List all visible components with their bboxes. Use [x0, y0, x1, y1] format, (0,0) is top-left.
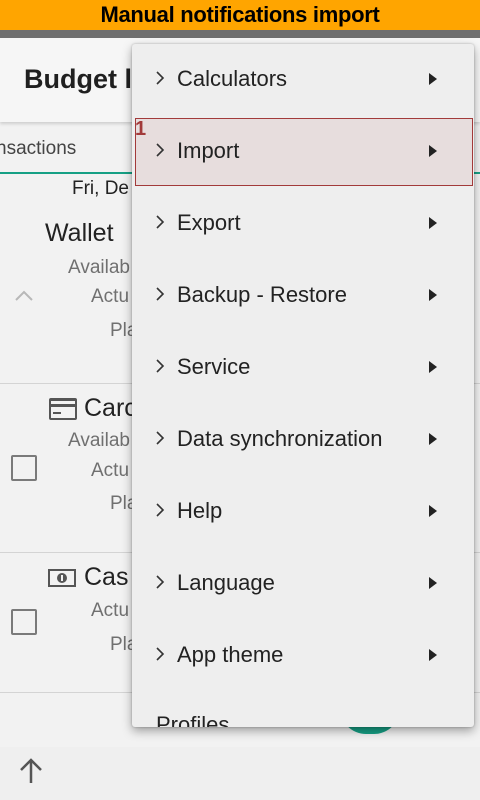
submenu-arrow-icon	[429, 361, 437, 373]
submenu-arrow-icon	[429, 577, 437, 589]
date-label: Fri, De	[72, 178, 129, 199]
menu-item-label: Calculators	[177, 66, 288, 91]
top-banner: Manual notifications import	[0, 0, 480, 30]
menu-item-label: Data synchronization	[177, 426, 383, 451]
account-name[interactable]: Cas	[84, 563, 128, 592]
cash-icon	[48, 569, 76, 587]
chevron-right-icon	[156, 575, 165, 589]
chevron-right-icon	[156, 431, 165, 445]
menu-item-label: Import	[177, 138, 240, 163]
chevron-right-icon	[156, 71, 165, 85]
submenu-arrow-icon	[429, 145, 437, 157]
menu-item-label: Service	[177, 354, 251, 379]
account-checkbox[interactable]	[11, 609, 37, 635]
submenu-arrow-icon	[429, 505, 437, 517]
account-line: Actu	[91, 460, 130, 481]
credit-card-icon	[49, 398, 77, 420]
app-title: Budget l	[24, 64, 132, 94]
overflow-menu: 1 Calculators Import Export Backup - Res…	[132, 44, 474, 727]
submenu-arrow-icon	[429, 433, 437, 445]
banner-title: Manual notifications import	[100, 2, 380, 27]
submenu-arrow-icon	[429, 73, 437, 85]
chevron-up-icon[interactable]	[14, 288, 34, 302]
menu-item-backup-restore[interactable]: Backup - Restore	[132, 260, 474, 332]
menu-item-export[interactable]: Export	[132, 188, 474, 260]
menu-item-label: App theme	[177, 642, 284, 667]
menu-item-calculators[interactable]: Calculators	[132, 44, 474, 116]
account-line: Actu	[91, 286, 130, 307]
chevron-right-icon	[156, 287, 165, 301]
submenu-arrow-icon	[429, 289, 437, 301]
account-line: Availab	[68, 430, 130, 451]
menu-item-label: Export	[177, 210, 241, 235]
menu-item-app-theme[interactable]: App theme	[132, 620, 474, 692]
menu-item-label: Language	[177, 570, 275, 595]
menu-item-language[interactable]: Language	[132, 548, 474, 620]
account-line: Actu	[91, 600, 130, 621]
bottom-bar	[0, 747, 480, 800]
account-checkbox[interactable]	[11, 455, 37, 481]
submenu-arrow-icon	[429, 217, 437, 229]
chevron-right-icon	[156, 359, 165, 373]
menu-item-label: Backup - Restore	[177, 282, 347, 307]
arrow-up-icon[interactable]	[16, 756, 46, 786]
menu-item-profiles[interactable]: Profiles	[156, 712, 229, 727]
menu-item-service[interactable]: Service	[132, 332, 474, 404]
account-name[interactable]: Wallet	[45, 219, 114, 248]
menu-item-label: Help	[177, 498, 223, 523]
submenu-arrow-icon	[429, 649, 437, 661]
chevron-right-icon	[156, 215, 165, 229]
menu-item-import[interactable]: Import	[132, 116, 474, 188]
chevron-right-icon	[156, 503, 165, 517]
menu-item-data-synchronization[interactable]: Data synchronization	[132, 404, 474, 476]
banner-divider	[0, 30, 480, 38]
tab-transactions[interactable]: nsactions	[0, 138, 76, 160]
account-line: Availab	[68, 257, 130, 278]
chevron-right-icon	[156, 143, 165, 157]
chevron-right-icon	[156, 647, 165, 661]
menu-item-help[interactable]: Help	[132, 476, 474, 548]
account-name[interactable]: Carc	[84, 394, 137, 423]
